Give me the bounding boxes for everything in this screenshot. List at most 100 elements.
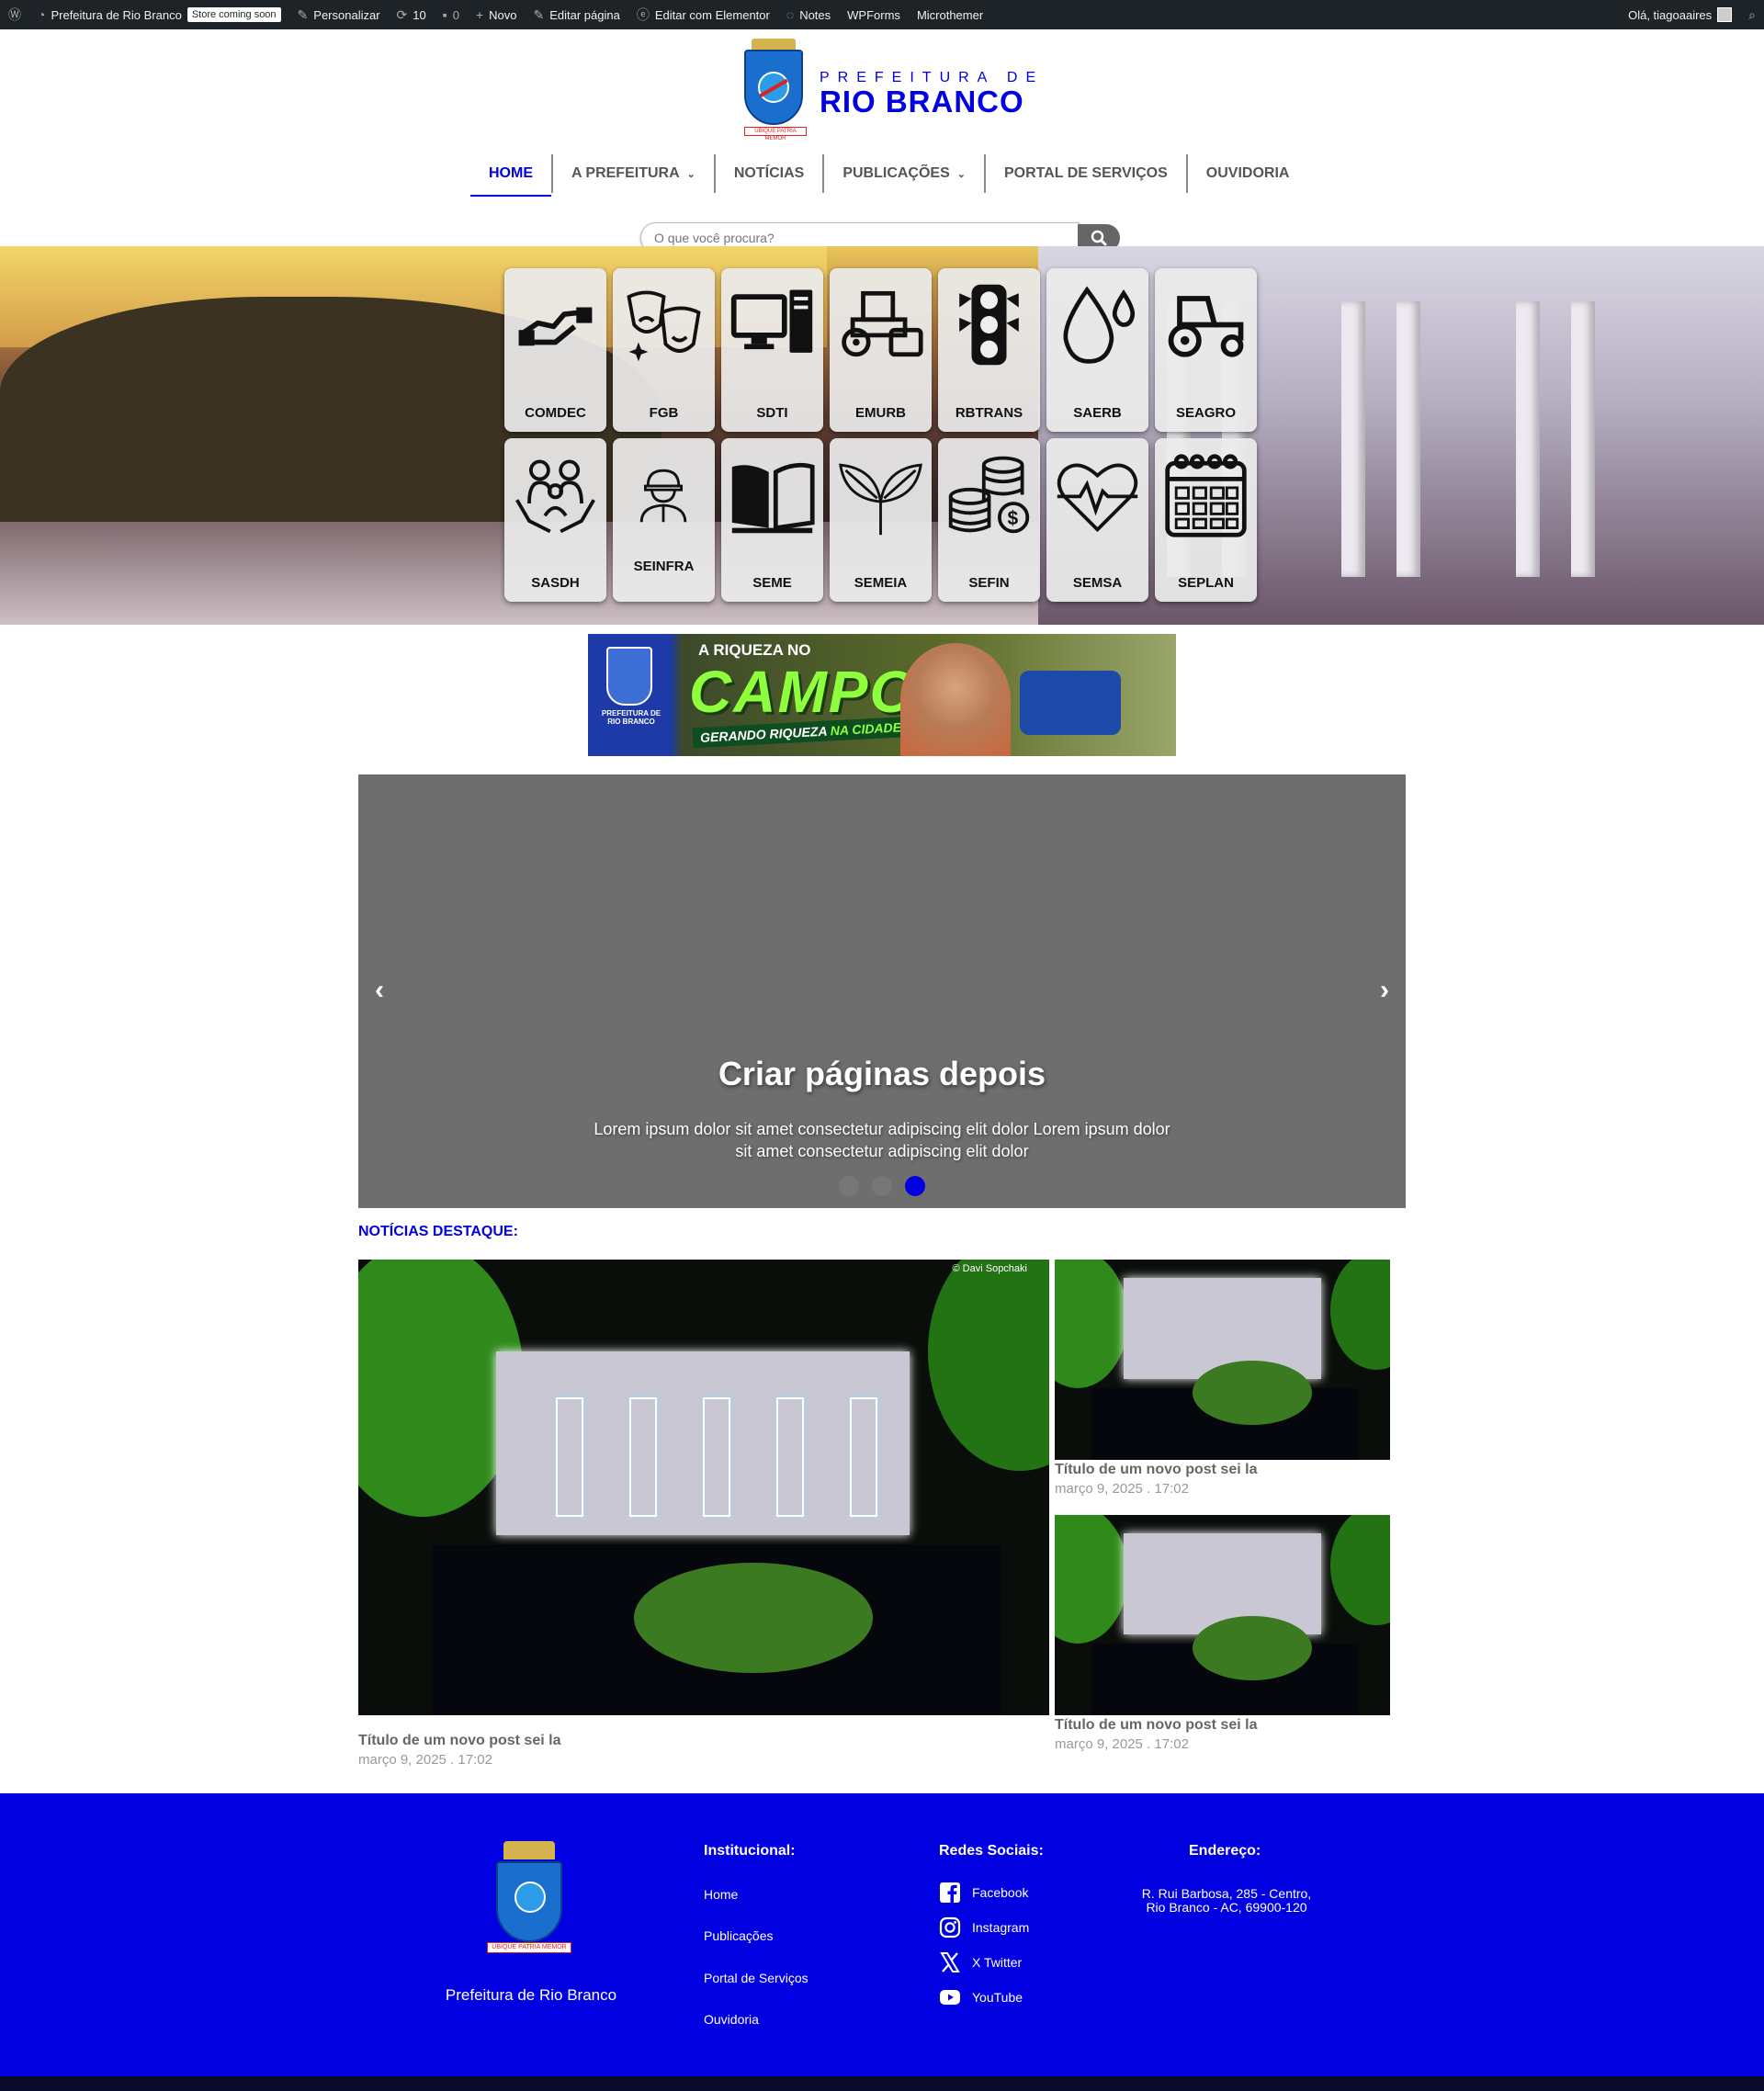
brush-icon: ✎ <box>297 7 309 22</box>
edit-page-link[interactable]: ✎ Editar página <box>526 0 628 29</box>
palace-column <box>1341 301 1365 577</box>
comments-link[interactable]: ▪ 0 <box>435 0 468 29</box>
water-drop-icon <box>1063 286 1136 364</box>
service-tile-rbtrans[interactable]: RBTRANS <box>938 268 1040 432</box>
services-grid: COMDEC FGB SDTI EMURB RBTRANS SAERB SEAG… <box>504 268 1257 602</box>
footer-link-home[interactable]: Home <box>704 1887 738 1902</box>
service-tile-emurb[interactable]: EMURB <box>830 268 932 432</box>
footer-link-instagram[interactable]: Instagram <box>939 1916 1029 1938</box>
nav-item-portal-de-servicos[interactable]: PORTAL DE SERVIÇOS <box>983 154 1186 193</box>
footer-logo-ribbon: UBIQUE PATRIA MEMOR <box>487 1942 571 1953</box>
service-tile-sdti[interactable]: SDTI <box>721 268 823 432</box>
notes-label: Notes <box>799 7 831 22</box>
service-label: SEAGRO <box>1175 405 1236 421</box>
service-label: SEMEIA <box>854 575 908 591</box>
slide-text: Lorem ipsum dolor sit amet consectetur a… <box>594 1120 1170 1160</box>
admin-search-button[interactable]: ⌕ <box>1740 0 1764 29</box>
address-line-1: R. Rui Barbosa, 285 - Centro, <box>1141 1886 1312 1901</box>
footer-link-youtube[interactable]: YouTube <box>939 1986 1023 2008</box>
nav-item-ouvidoria[interactable]: OUVIDORIA <box>1185 154 1308 193</box>
main-navigation: HOME A PREFEITURA ⌄ NOTÍCIAS PUBLICAÇÕES ⌄… <box>470 154 1308 197</box>
palace-column <box>1516 301 1540 577</box>
slider-prev-button[interactable]: ‹ <box>375 975 384 1006</box>
nav-item-publicacoes[interactable]: PUBLICAÇÕES ⌄ <box>822 154 984 193</box>
news-thumb-image[interactable] <box>1055 1260 1390 1460</box>
farmer-photo <box>900 643 1011 756</box>
site-logo[interactable]: UBIQUE PATRIA MEMOR PREFEITURA DE RIO BR… <box>744 39 1044 141</box>
slider-next-button[interactable]: › <box>1380 975 1389 1006</box>
footer-link-publicacoes[interactable]: Publicações <box>704 1928 774 1943</box>
news-main-image[interactable]: © Davi Sopchaki <box>358 1260 1049 1715</box>
family-care-icon <box>515 459 595 534</box>
service-tile-seagro[interactable]: SEAGRO <box>1155 268 1257 432</box>
news-title[interactable]: Título de um novo post sei la <box>1055 1717 1257 1734</box>
service-tile-seme[interactable]: SEME <box>721 438 823 602</box>
footer-social-label: X Twitter <box>972 1955 1023 1970</box>
new-label: Novo <box>489 7 517 22</box>
footer-link-x-twitter[interactable]: X Twitter <box>939 1951 1022 1973</box>
footer-link-facebook[interactable]: Facebook <box>939 1882 1028 1904</box>
service-tile-semeia[interactable]: SEMEIA <box>830 438 932 602</box>
updates-link[interactable]: ⟳ 10 <box>389 0 435 29</box>
banner-top-text: A RIQUEZA NO <box>698 641 811 659</box>
store-status-badge[interactable]: Store coming soon <box>187 7 281 22</box>
chevron-right-icon: › <box>1380 975 1389 1005</box>
edit-elementor-link[interactable]: ⓔ Editar com Elementor <box>628 0 778 29</box>
service-tile-fgb[interactable]: FGB <box>613 268 715 432</box>
globe-icon <box>514 1882 546 1913</box>
news-thumb-image[interactable] <box>1055 1515 1390 1715</box>
service-tile-seplan[interactable]: SEPLAN <box>1155 438 1257 602</box>
service-label: SEMSA <box>1072 575 1123 591</box>
comments-count: 0 <box>452 7 459 22</box>
notes-link[interactable]: ◌ Notes <box>778 0 839 29</box>
service-label: EMURB <box>855 405 906 421</box>
service-tile-sefin[interactable]: $ SEFIN <box>938 438 1040 602</box>
search-icon <box>1091 230 1107 246</box>
customize-link[interactable]: ✎ Personalizar <box>289 0 389 29</box>
new-content-menu[interactable]: + Novo <box>468 0 526 29</box>
slider-dot[interactable] <box>839 1176 859 1196</box>
service-label: SAERB <box>1073 405 1122 421</box>
tree-foliage <box>1055 1260 1128 1388</box>
campaign-banner[interactable]: PREFEITURA DE RIO BRANCO A RIQUEZA NO CA… <box>588 634 1176 756</box>
slider-dot[interactable] <box>872 1176 892 1196</box>
news-title[interactable]: Título de um novo post sei la <box>358 1733 560 1749</box>
lit-window <box>703 1397 730 1517</box>
lit-window <box>629 1397 657 1517</box>
hero-slider: ‹ › Criar páginas depois Lorem ipsum dol… <box>358 774 1406 1208</box>
site-footer: UBIQUE PATRIA MEMOR Prefeitura de Rio Br… <box>0 1793 1764 2091</box>
footer-social-label: YouTube <box>972 1990 1023 2005</box>
footer-link-portal-de-servicos[interactable]: Portal de Serviços <box>704 1971 808 1985</box>
coat-of-arms-icon <box>606 647 652 706</box>
x-twitter-icon <box>940 1952 960 1972</box>
service-tile-sasdh[interactable]: SASDH <box>504 438 606 602</box>
microthemer-link[interactable]: Microthemer <box>909 0 991 29</box>
service-tile-saerb[interactable]: SAERB <box>1046 268 1148 432</box>
wordpress-icon: Ⓦ <box>8 7 21 22</box>
news-title[interactable]: Título de um novo post sei la <box>1055 1462 1257 1478</box>
footer-logo[interactable]: UBIQUE PATRIA MEMOR <box>487 1841 571 1953</box>
service-label: COMDEC <box>525 405 586 421</box>
wordpress-logo-menu[interactable]: Ⓦ <box>0 0 29 29</box>
youtube-icon <box>940 1990 960 2005</box>
service-tile-comdec[interactable]: COMDEC <box>504 268 606 432</box>
footer-link-ouvidoria[interactable]: Ouvidoria <box>704 2012 759 2027</box>
edit-page-label: Editar página <box>549 7 620 22</box>
microthemer-label: Microthemer <box>916 7 984 22</box>
nav-item-noticias[interactable]: NOTÍCIAS <box>713 154 822 193</box>
footer-heading-institucional: Institucional: <box>704 1843 796 1859</box>
coat-of-arms-icon: UBIQUE PATRIA MEMOR <box>744 39 808 141</box>
news-heading: NOTÍCIAS DESTAQUE: <box>358 1224 518 1239</box>
wpforms-label: WPForms <box>847 7 900 22</box>
facebook-icon <box>940 1882 960 1903</box>
service-tile-seinfra[interactable]: SEINFRA <box>613 438 715 602</box>
slider-pagination <box>358 1176 1406 1196</box>
nav-item-home[interactable]: HOME <box>470 154 551 197</box>
account-menu[interactable]: Olá, tiagoaaires <box>1620 0 1740 29</box>
wpforms-link[interactable]: WPForms <box>839 0 909 29</box>
service-tile-semsa[interactable]: SEMSA <box>1046 438 1148 602</box>
nav-label: PORTAL DE SERVIÇOS <box>1003 165 1168 181</box>
site-name-menu[interactable]: ◔ Prefeitura de Rio Branco Store coming … <box>29 0 289 29</box>
nav-item-a-prefeitura[interactable]: A PREFEITURA ⌄ <box>551 154 714 193</box>
slider-dot-active[interactable] <box>905 1176 925 1196</box>
